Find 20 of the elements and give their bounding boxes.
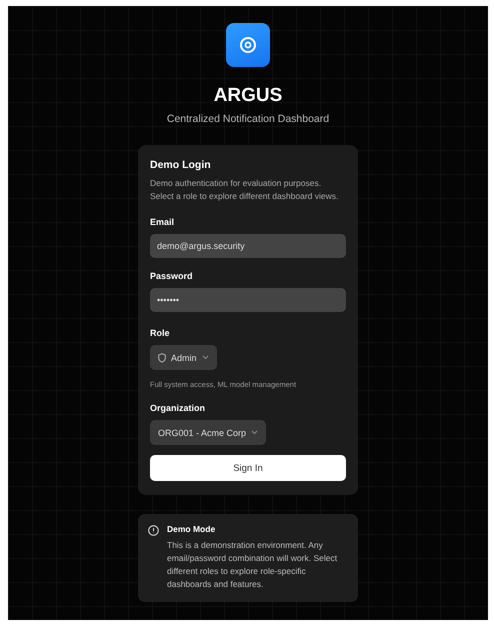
field-label: Organization — [150, 403, 206, 414]
info-text: This is a demonstration environment. Any email/password combination will work. Select different roles to explore role-specific dashboards and features. — [167, 539, 338, 590]
email-field[interactable]: demo@argus.security — [150, 234, 346, 258]
organization-select[interactable]: ORG001 - Acme Corp — [150, 420, 266, 446]
password-field[interactable]: ••••••• — [150, 288, 346, 312]
card-description: Demo authentication for evaluation purposes. Select a role to explore different dashboard views. — [150, 177, 340, 204]
chevron-down-icon — [251, 430, 258, 436]
sign-in-button[interactable]: Sign In — [150, 455, 346, 482]
field-label: Email — [150, 217, 176, 228]
info-icon — [148, 525, 159, 536]
app-name: ARGUS — [214, 85, 282, 107]
shield-icon — [158, 352, 166, 363]
app-subtitle: Centralized Notification Dashboard — [166, 113, 330, 125]
field-label: Password — [150, 271, 194, 282]
card-title: Demo Login — [150, 159, 212, 171]
role-select[interactable]: Admin — [150, 345, 217, 370]
target-icon — [239, 36, 257, 54]
field-label: Role — [150, 328, 171, 338]
chevron-down-icon — [202, 355, 209, 360]
info-title: Demo Mode — [167, 524, 216, 534]
